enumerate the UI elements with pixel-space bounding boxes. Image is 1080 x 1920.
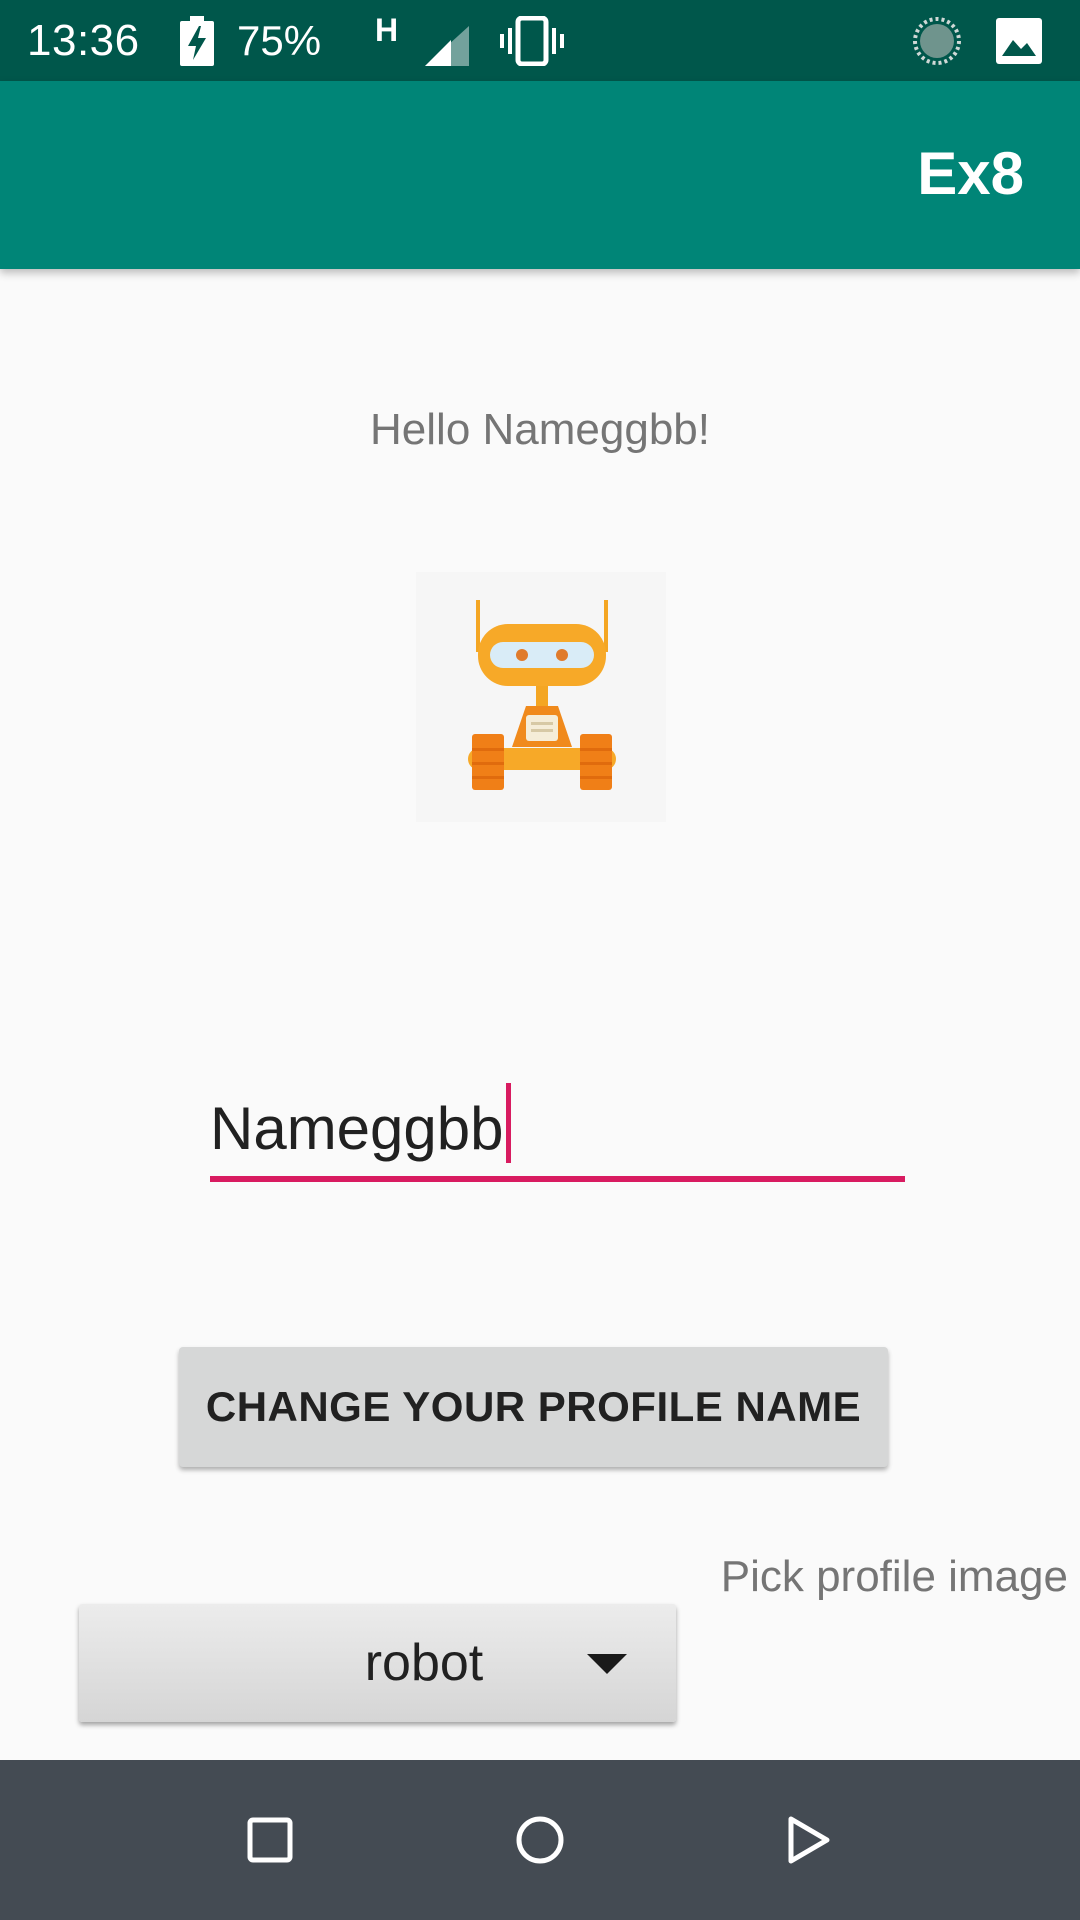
back-button[interactable] — [738, 1760, 878, 1920]
spinner-selected-value: robot — [364, 1634, 484, 1692]
app-bar: Ex8 — [0, 81, 1080, 269]
dropdown-arrow-icon — [587, 1654, 627, 1674]
name-input[interactable]: Nameggbb — [210, 1080, 511, 1178]
back-icon — [788, 1816, 830, 1864]
status-time: 13:36 — [27, 16, 140, 65]
signal-icon — [425, 26, 469, 66]
recents-button[interactable] — [200, 1760, 340, 1920]
greeting-text: Hello Nameggbb! — [370, 405, 710, 454]
battery-charging-icon — [180, 16, 214, 66]
image-icon — [996, 18, 1042, 64]
home-icon — [516, 1816, 564, 1864]
home-button[interactable] — [470, 1760, 610, 1920]
navigation-bar — [0, 1760, 1080, 1920]
name-input-value: Nameggbb — [210, 1095, 504, 1162]
recents-icon — [247, 1817, 293, 1863]
sync-icon — [913, 17, 961, 65]
change-profile-name-button[interactable]: CHANGE YOUR PROFILE NAME — [179, 1347, 888, 1467]
battery-percent: 75% — [237, 17, 322, 64]
app-title: Ex8 — [917, 140, 1024, 207]
profile-image-spinner[interactable]: robot — [79, 1604, 676, 1722]
name-input-underline — [210, 1176, 905, 1182]
vibrate-icon — [500, 16, 564, 66]
network-type: H — [375, 12, 399, 48]
pick-profile-image-label: Pick profile image — [720, 1552, 1068, 1601]
robot-icon — [416, 572, 666, 822]
name-input-field[interactable]: Nameggbb — [210, 1080, 905, 1182]
text-caret — [505, 1083, 511, 1163]
status-bar: 13:36 75% H — [0, 0, 1080, 81]
